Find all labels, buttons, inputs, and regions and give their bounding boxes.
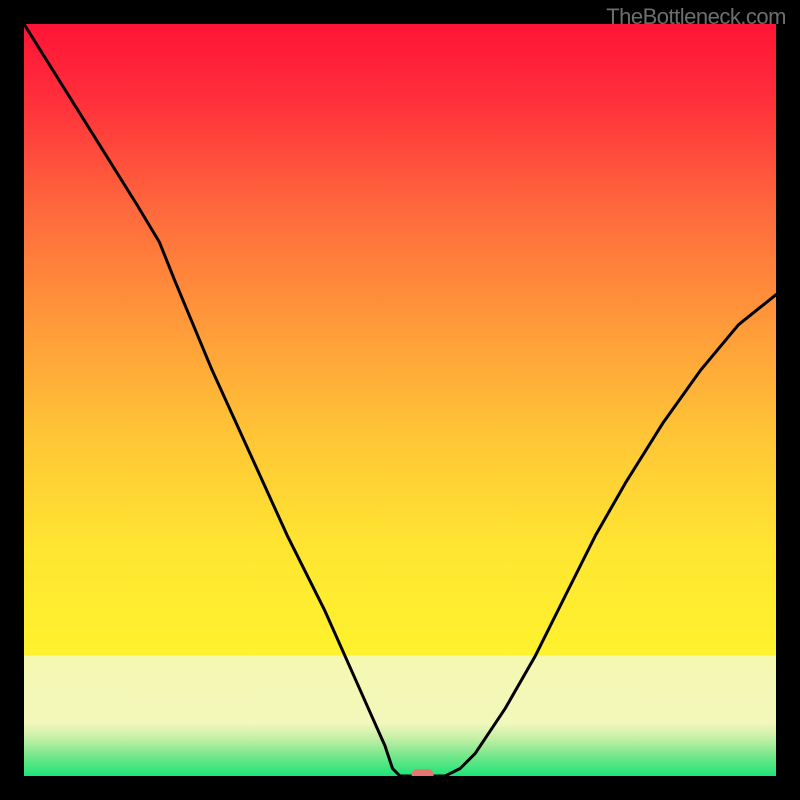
chart-frame: TheBottleneck.com — [0, 0, 800, 800]
gradient-background — [24, 24, 776, 776]
watermark-text: TheBottleneck.com — [606, 4, 786, 30]
bottleneck-chart — [24, 24, 776, 776]
marker-layer — [412, 769, 434, 776]
optimal-point-marker — [412, 769, 434, 776]
